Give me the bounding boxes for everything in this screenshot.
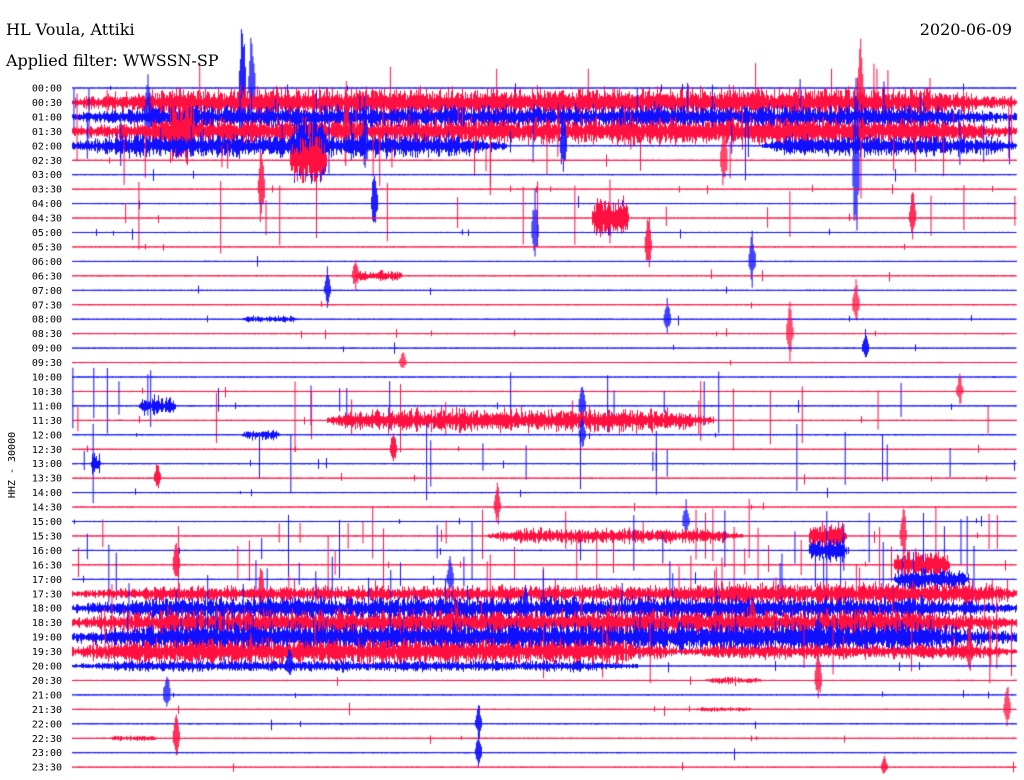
time-tick-1800: 18:00 — [32, 604, 62, 615]
time-tick-1700: 17:00 — [32, 575, 62, 586]
time-tick-0800: 08:00 — [32, 315, 62, 326]
time-tick-0230: 02:30 — [32, 156, 62, 167]
time-tick-2030: 20:30 — [32, 676, 62, 687]
filter-subtitle: Applied filter: WWSSN-SP — [6, 51, 219, 70]
time-tick-2000: 20:00 — [32, 662, 62, 673]
time-tick-1630: 16:30 — [32, 560, 62, 571]
time-tick-1600: 16:00 — [32, 546, 62, 557]
time-tick-0900: 09:00 — [32, 344, 62, 355]
date-label: 2020-06-09 — [919, 20, 1012, 39]
time-tick-0930: 09:30 — [32, 358, 62, 369]
time-tick-0600: 06:00 — [32, 257, 62, 268]
time-tick-1500: 15:00 — [32, 517, 62, 528]
time-tick-2200: 22:00 — [32, 719, 62, 730]
time-tick-0130: 01:30 — [32, 127, 62, 138]
station-title: HL Voula, Attiki — [6, 20, 135, 39]
time-tick-2130: 21:30 — [32, 705, 62, 716]
time-tick-1400: 14:00 — [32, 488, 62, 499]
time-tick-1330: 13:30 — [32, 474, 62, 485]
time-tick-0830: 08:30 — [32, 329, 62, 340]
time-tick-1300: 13:00 — [32, 459, 62, 470]
time-tick-0200: 02:00 — [32, 141, 62, 152]
time-tick-0430: 04:30 — [32, 214, 62, 225]
time-tick-0100: 01:00 — [32, 112, 62, 123]
time-tick-1730: 17:30 — [32, 589, 62, 600]
helicorder-labels: 00:00 00:30 01:00 01:30 02:00 02:30 03:00 03:30… — [7, 84, 62, 774]
time-tick-1430: 14:30 — [32, 503, 62, 514]
time-tick-1100: 11:00 — [32, 401, 62, 412]
y-axis-label: HHZ - 30000 — [7, 432, 18, 498]
time-tick-0630: 06:30 — [32, 271, 62, 282]
time-tick-0400: 04:00 — [32, 199, 62, 210]
time-tick-0000: 00:00 — [32, 84, 62, 95]
time-tick-1230: 12:30 — [32, 445, 62, 456]
time-tick-2100: 21:00 — [32, 690, 62, 701]
time-tick-0330: 03:30 — [32, 185, 62, 196]
time-tick-1000: 10:00 — [32, 373, 62, 384]
time-tick-0700: 07:00 — [32, 286, 62, 297]
time-tick-0530: 05:30 — [32, 242, 62, 253]
time-tick-1830: 18:30 — [32, 618, 62, 629]
time-tick-0030: 00:30 — [32, 98, 62, 109]
time-tick-1130: 11:30 — [32, 416, 62, 427]
time-tick-2230: 22:30 — [32, 734, 62, 745]
time-tick-labels: 00:00 00:30 01:00 01:30 02:00 02:30 03:00 03:30… — [32, 84, 62, 774]
time-tick-1530: 15:30 — [32, 531, 62, 542]
time-tick-1200: 12:00 — [32, 430, 62, 441]
time-tick-1900: 19:00 — [32, 633, 62, 644]
time-tick-0300: 03:00 — [32, 170, 62, 181]
time-tick-0500: 05:00 — [32, 228, 62, 239]
time-tick-1030: 10:30 — [32, 387, 62, 398]
time-tick-2330: 23:30 — [32, 763, 62, 774]
time-tick-2300: 23:00 — [32, 748, 62, 759]
time-tick-0730: 07:30 — [32, 300, 62, 311]
time-tick-1930: 19:30 — [32, 647, 62, 658]
